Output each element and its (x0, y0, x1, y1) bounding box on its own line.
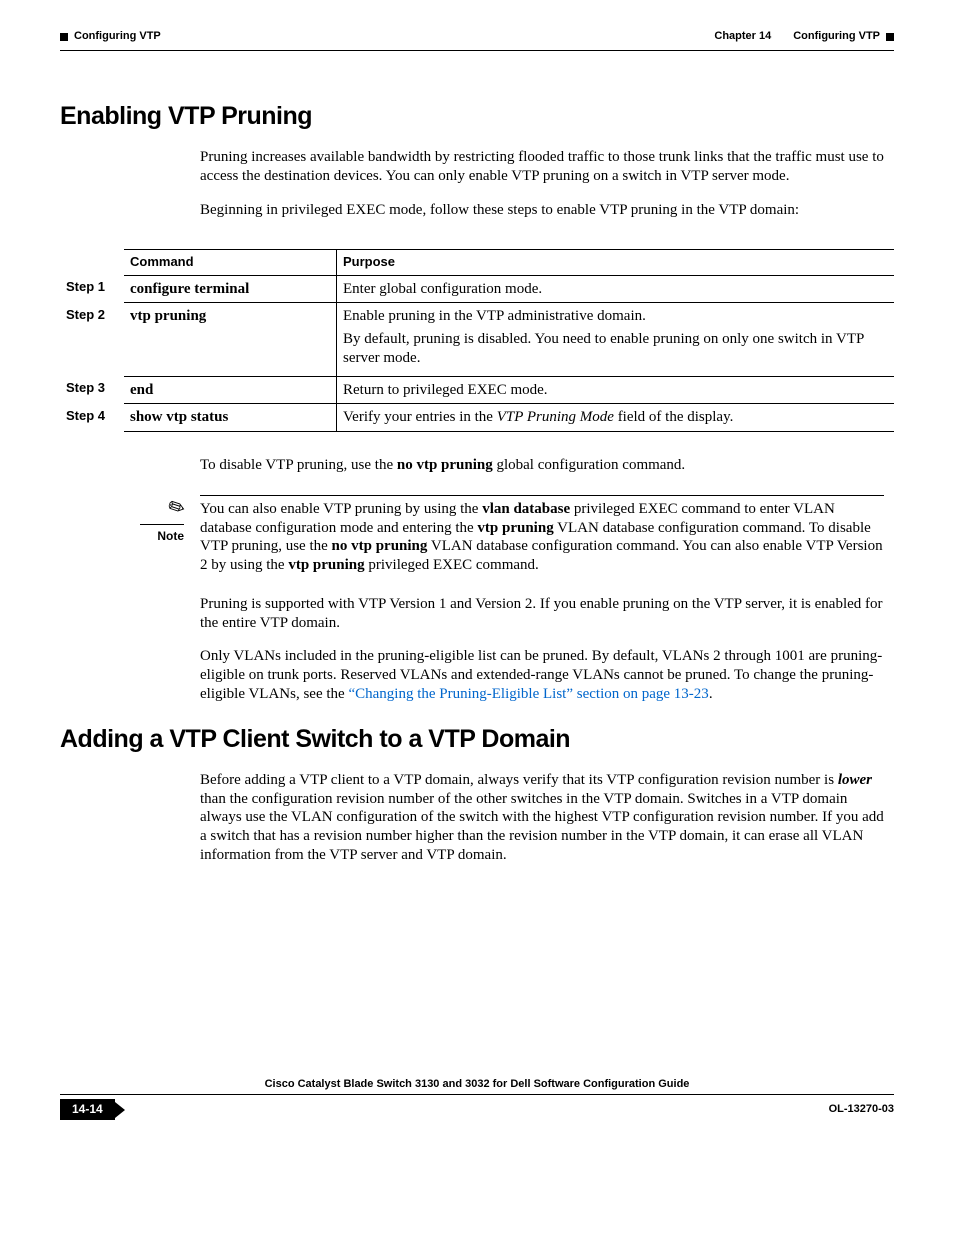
header-rule (60, 50, 894, 51)
section-heading-pruning: Enabling VTP Pruning (60, 101, 894, 132)
steps-table: Command Purpose Step 1 configure termina… (60, 249, 894, 432)
col-purpose: Purpose (337, 250, 895, 275)
header-section: Configuring VTP (74, 30, 161, 44)
body-paragraph: Pruning increases available bandwidth by… (200, 148, 884, 186)
table-row: Step 2 vtp pruning Enable pruning in the… (60, 303, 894, 376)
col-command: Command (124, 250, 337, 275)
note-text: You can also enable VTP pruning by using… (200, 495, 884, 575)
page-footer: Cisco Catalyst Blade Switch 3130 and 303… (60, 1078, 894, 1120)
table-row: Step 3 end Return to privileged EXEC mod… (60, 376, 894, 404)
page-number: 14-14 (60, 1099, 115, 1120)
col-step (60, 250, 124, 275)
header-chapter-label: Chapter 14 (714, 30, 771, 44)
body-paragraph: Beginning in privileged EXEC mode, follo… (200, 201, 884, 220)
document-number: OL-13270-03 (829, 1103, 894, 1117)
body-paragraph: Before adding a VTP client to a VTP doma… (200, 771, 884, 865)
header-marker-icon (60, 33, 68, 41)
running-header: Configuring VTP Chapter 14 Configuring V… (60, 30, 894, 44)
body-paragraph: Pruning is supported with VTP Version 1 … (200, 595, 884, 633)
footer-book-title: Cisco Catalyst Blade Switch 3130 and 303… (60, 1078, 894, 1095)
table-row: Step 1 configure terminal Enter global c… (60, 275, 894, 303)
body-paragraph: To disable VTP pruning, use the no vtp p… (200, 456, 884, 475)
section-heading-client: Adding a VTP Client Switch to a VTP Doma… (60, 724, 894, 755)
page-arrow-icon (115, 1102, 125, 1118)
header-marker-icon (886, 33, 894, 41)
header-chapter-title: Configuring VTP (793, 30, 880, 44)
body-paragraph: Only VLANs included in the pruning-eligi… (200, 647, 884, 703)
pencil-icon: ✎ (159, 492, 190, 525)
note-label: Note (157, 529, 184, 543)
xref-link[interactable]: “Changing the Pruning-Eligible List” sec… (348, 686, 708, 702)
table-row: Step 4 show vtp status Verify your entri… (60, 404, 894, 432)
note-block: ✎ Note You can also enable VTP pruning b… (140, 495, 884, 575)
